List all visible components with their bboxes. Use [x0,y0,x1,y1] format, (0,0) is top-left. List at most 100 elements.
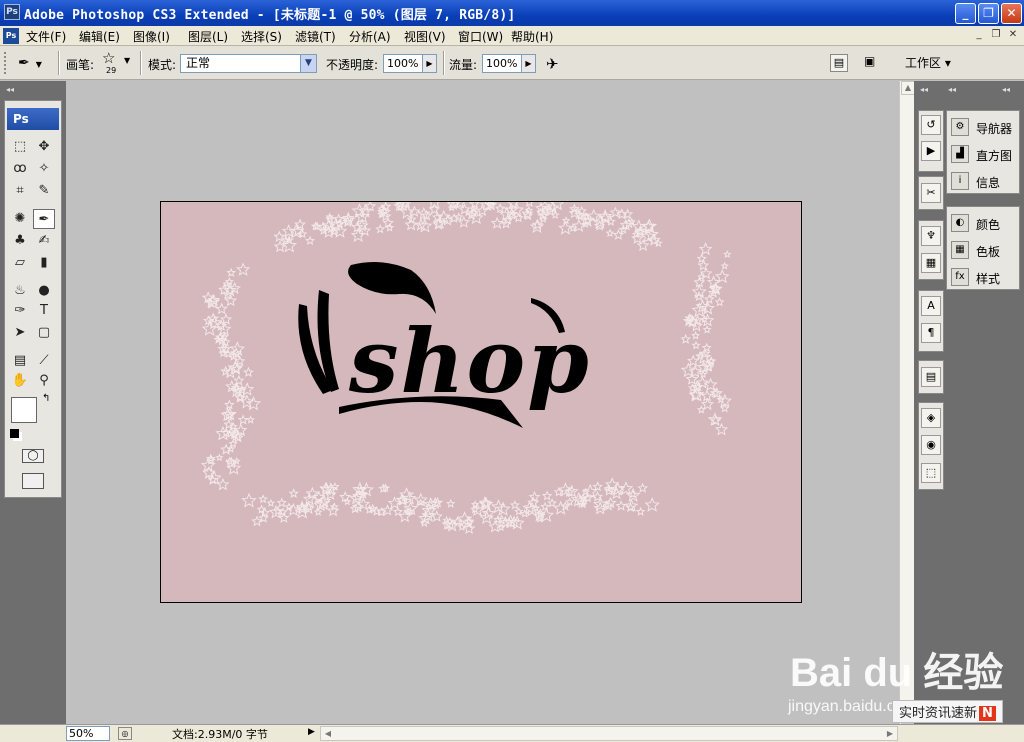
history-icon[interactable]: ↺ [921,115,941,135]
quick-mask-button[interactable]: ◯ [22,449,44,463]
eraser-tool[interactable]: ▱ [9,253,31,273]
clone-source-icon[interactable]: ▦ [921,253,941,273]
panel-navigator[interactable]: ⚙ 导航器 [949,115,1019,139]
menu-edit[interactable]: 编辑(E) [79,28,120,45]
eyedropper-tool[interactable]: ⟋ [33,351,55,371]
photoshop-app-icon[interactable]: Ps [4,4,20,20]
chevron-down-icon: ▼ [300,55,316,72]
pen-tool[interactable]: ✑ [9,301,31,321]
layer-comps-icon[interactable]: ▤ [921,367,941,387]
doc-close-button[interactable]: ✕ [1006,29,1020,42]
crop-tool[interactable]: ⌗ [9,181,31,201]
blur-tool[interactable]: ♨ [9,281,31,301]
panel-info[interactable]: i 信息 [949,169,1019,193]
brush-picker[interactable]: ☆ 29 ▼ [100,49,136,78]
hand-tool[interactable]: ✋ [9,371,31,391]
flow-slider-button[interactable]: ▶ [522,54,536,73]
foreground-color-swatch[interactable] [11,397,37,423]
brushes-icon[interactable]: ♆ [921,226,941,246]
character-icon[interactable]: A [921,296,941,316]
lasso-tool[interactable]: ꝏ [9,159,31,179]
zoom-field[interactable]: 50% [66,726,110,741]
zoom-tool[interactable]: ⚲ [33,371,55,391]
panel-swatches[interactable]: ▦ 色板 [949,238,1019,262]
airbrush-icon[interactable]: ✈ [546,55,559,73]
separator [140,51,142,75]
shape-tool[interactable]: ▢ [33,323,55,343]
flow-input[interactable]: 100% [482,54,522,73]
opacity-slider-button[interactable]: ▶ [423,54,437,73]
document-icon[interactable]: Ps [3,28,19,44]
scroll-up-arrow[interactable]: ▲ [901,81,915,95]
menu-filter[interactable]: 滤镜(T) [295,28,336,45]
screen-mode-button[interactable] [22,473,44,489]
minimize-button[interactable]: _ [955,3,976,24]
menu-select[interactable]: 选择(S) [241,28,282,45]
paths-icon[interactable]: ⬚ [921,463,941,483]
logo-text: shop [348,309,591,413]
history-brush-tool-icon: ✍ [38,233,50,248]
close-button[interactable]: ✕ [1001,3,1022,24]
actions-icon[interactable]: ▶ [921,141,941,161]
color-icon: ◐ [951,214,969,232]
restore-button[interactable]: ❐ [978,3,999,24]
menu-analysis[interactable]: 分析(A) [349,28,391,45]
zoom-tool-icon: ⚲ [39,373,49,388]
toolbox-header: Ps [7,108,59,130]
healing-brush-tool[interactable]: ✺ [9,209,31,229]
path-selection-tool[interactable]: ➤ [9,323,31,343]
tool-presets-icon[interactable]: ✂ [921,183,941,203]
default-colors-icon[interactable] [10,429,19,438]
menu-layer[interactable]: 图层(L) [188,28,228,45]
status-menu-arrow[interactable]: ▶ [308,727,315,737]
menu-help[interactable]: 帮助(H) [511,28,553,45]
history-brush-tool[interactable]: ✍ [33,231,55,251]
type-tool[interactable]: T [33,301,55,321]
layers-icon[interactable]: ◈ [921,408,941,428]
paragraph-icon[interactable]: ¶ [921,323,941,343]
options-grip[interactable] [4,52,12,74]
panel-histogram[interactable]: ▟ 直方图 [949,142,1019,166]
collapse-arrows-icon[interactable]: ◂◂ [920,85,928,94]
bridge-icon[interactable]: ▣ [864,54,888,72]
menu-window[interactable]: 窗口(W) [458,28,503,45]
opacity-input[interactable]: 100% [383,54,423,73]
panel-label: 直方图 [976,149,1013,163]
channels-icon[interactable]: ◉ [921,435,941,455]
clone-stamp-tool[interactable]: ♣ [9,231,31,251]
palette-well-icon[interactable]: ▤ [830,54,848,72]
separator [443,51,445,75]
move-tool[interactable]: ✥ [33,137,55,157]
slice-tool[interactable]: ✎ [33,181,55,201]
watermark-brand: Bai du 经验 [790,651,1004,695]
document-canvas[interactable]: shop [160,201,802,603]
panel-color[interactable]: ◐ 颜色 [949,211,1019,235]
collapse-arrows-icon[interactable]: ◂◂ [6,85,14,94]
tool-preset-picker[interactable]: ✒ ▼ [18,53,52,73]
panel-styles[interactable]: fx 样式 [949,265,1019,289]
lasso-tool-icon: ꝏ [13,161,27,176]
menu-image[interactable]: 图像(I) [133,28,170,45]
gradient-tool[interactable]: ▮ [33,253,55,273]
watermark-badge: 实时资讯速新 N [892,700,1003,723]
marquee-tool[interactable]: ⬚ [9,137,31,157]
mode-select[interactable]: 正常 ▼ [180,54,317,73]
workspace-button[interactable]: 工作区 ▾ [905,54,951,71]
magic-wand-tool[interactable]: ✧ [33,159,55,179]
scroll-left-arrow[interactable]: ◀ [321,727,335,740]
doc-restore-button[interactable]: ❐ [989,29,1003,42]
crop-tool-icon: ⌗ [16,183,24,198]
swap-colors-icon[interactable]: ↰ [42,393,50,404]
window-titlebar: Ps Adobe Photoshop CS3 Extended - [未标题-1… [0,0,1024,26]
chevron-down-icon: ▼ [124,56,131,65]
notes-tool[interactable]: ▤ [9,351,31,371]
panel-label: 信息 [976,176,1001,190]
menu-file[interactable]: 文件(F) [26,28,66,45]
collapse-arrows-icon[interactable]: ◂◂ [1002,85,1010,94]
brush-tool[interactable]: ✒ [33,209,55,229]
doc-minimize-button[interactable]: _ [972,29,986,42]
collapse-arrows-icon[interactable]: ◂◂ [948,85,956,94]
dodge-tool[interactable]: ● [33,281,55,301]
status-options-icon[interactable]: ◎ [118,727,132,740]
menu-view[interactable]: 视图(V) [404,28,446,45]
